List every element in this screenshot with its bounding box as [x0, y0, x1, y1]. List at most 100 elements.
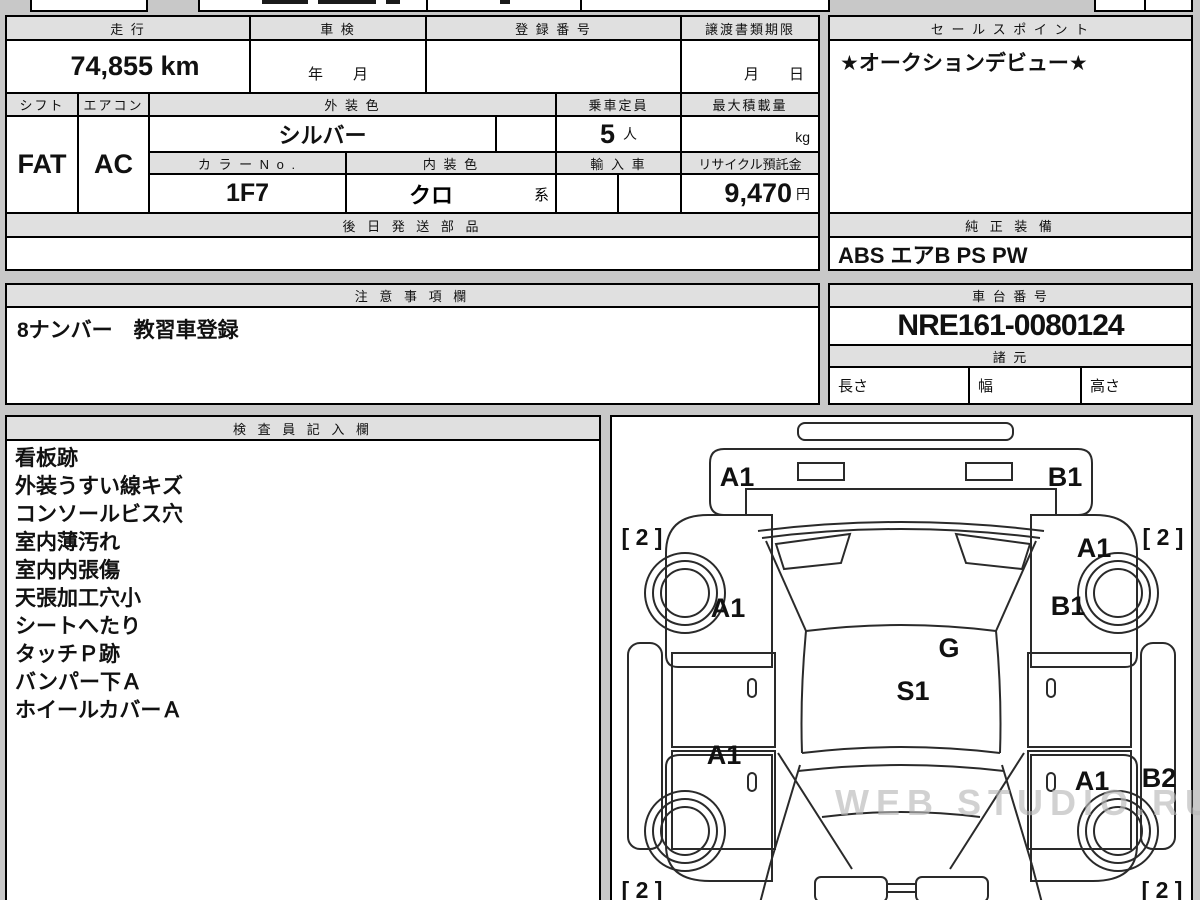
- rear-bumper-left-tab: [814, 876, 888, 900]
- rear-bumper-bar: [887, 883, 916, 893]
- recycle-amount: 9,470: [724, 178, 792, 208]
- damage-code: B1: [1051, 591, 1086, 621]
- cropped-cell: [198, 0, 428, 12]
- damage-code: A1: [1077, 533, 1112, 563]
- inspector-note: 室内薄汚れ: [15, 531, 120, 554]
- front-left-fender: [665, 514, 773, 668]
- wiper-left: [774, 532, 852, 571]
- roof-front-line: [805, 624, 997, 632]
- mileage-header: 走 行: [5, 15, 251, 41]
- trunk-left-edge: [759, 864, 771, 900]
- shift-value: FAT: [5, 115, 79, 214]
- tire-code: [ 2 ]: [622, 877, 663, 900]
- c-pillar-right: [949, 752, 1025, 870]
- interior-color-header: 内 装 色: [345, 151, 557, 175]
- damage-code: A1: [1075, 766, 1110, 796]
- spec-width: 幅: [968, 366, 1082, 405]
- notes-value: 8ナンバー 教習車登録: [5, 306, 820, 405]
- tire-code: [ 2 ]: [1142, 877, 1183, 900]
- color-no-value: 1F7: [148, 173, 347, 214]
- max-load-header: 最大積載量: [680, 92, 820, 117]
- interior-color-suffix: 系: [533, 187, 549, 204]
- capacity-unit: 人: [623, 126, 638, 142]
- recycle-unit: 円: [796, 185, 810, 202]
- rear-seat-line: [821, 811, 981, 818]
- rear-left-door-handle: [747, 772, 757, 792]
- rear-right-door-handle: [1046, 772, 1056, 792]
- cowl-line-inner: [761, 528, 1041, 539]
- exterior-color-value: シルバー: [148, 115, 497, 153]
- notes-header: 注 意 事 項 欄: [5, 283, 820, 308]
- capacity-number: 5: [599, 118, 616, 149]
- shaken-header: 車 検: [249, 15, 427, 41]
- inspector-note: コンソールビス穴: [15, 503, 183, 526]
- interior-color-name: クロ: [408, 182, 453, 208]
- damage-code: B1: [1048, 462, 1083, 492]
- recycle-value: 9,470 円: [680, 173, 820, 214]
- damage-code: G: [938, 633, 959, 663]
- registration-value: [425, 39, 682, 94]
- spec-length: 長さ: [828, 366, 970, 405]
- aircon-header: エアコン: [77, 92, 150, 117]
- exterior-color-header: 外 装 色: [148, 92, 557, 117]
- front-vent-right: [965, 462, 1013, 481]
- mileage-value: 74,855 km: [5, 39, 251, 94]
- cropped-cell: [30, 0, 148, 12]
- color-no-header: カ ラ ー N o .: [148, 151, 347, 175]
- rear-bumper-right-tab: [915, 876, 989, 900]
- max-load-unit: kg: [795, 129, 810, 145]
- inspector-notes-box: 看板跡 外装うすい線キズ コンソールビス穴 室内薄汚れ 室内内張傷 天張加工穴小…: [5, 439, 601, 900]
- front-right-wheel: [1077, 552, 1159, 634]
- front-left-door-handle: [747, 678, 757, 698]
- import-header: 輸 入 車: [555, 151, 682, 175]
- front-bumper: [709, 448, 1093, 516]
- chassis-header: 車 台 番 号: [828, 283, 1193, 308]
- rear-left-wheel: [644, 790, 726, 872]
- car-diagram-box: A1 B1 [ 2 ] [ 2 ] A1 A1 B1 G S1 A1 A1 B2…: [610, 415, 1193, 900]
- transfer-deadline-header: 譲渡書類期限: [680, 15, 820, 41]
- interior-color-value: クロ 系: [345, 173, 557, 214]
- inspector-header: 検 査 員 記 入 欄: [5, 415, 601, 441]
- inspector-note: バンパー下Ａ: [15, 671, 143, 694]
- front-right-door-handle: [1046, 678, 1056, 698]
- damage-code: S1: [896, 676, 929, 706]
- auction-sheet: 走 行 車 検 登 録 番 号 譲渡書類期限 74,855 km 年 月 月 日…: [0, 0, 1200, 900]
- damage-code: A1: [707, 740, 742, 770]
- inspector-note: 天張加工穴小: [15, 587, 141, 610]
- damage-code: B2: [1142, 763, 1177, 793]
- shift-header: シフト: [5, 92, 79, 117]
- capacity-header: 乗車定員: [555, 92, 682, 117]
- later-parts-value: [5, 236, 820, 271]
- import-cell-a: [555, 173, 619, 214]
- recycle-header: リサイクル預託金: [680, 151, 820, 175]
- aircon-value: AC: [77, 115, 150, 214]
- specs-header: 諸 元: [828, 344, 1193, 368]
- damage-code: A1: [711, 593, 746, 623]
- inspector-note: 外装うすい線キズ: [15, 475, 183, 498]
- c-pillar-left: [777, 752, 853, 870]
- inspector-note: 室内内張傷: [15, 559, 120, 582]
- genuine-equipment-value: ABS エアB PS PW: [828, 236, 1193, 271]
- roof-rear-line: [801, 746, 1001, 754]
- inspector-note: シートへたり: [15, 615, 141, 638]
- genuine-equipment-header: 純 正 装 備: [828, 212, 1193, 238]
- roof-right-edge: [995, 630, 1002, 754]
- inspector-note: タッチＰ跡: [15, 643, 120, 666]
- inspector-note: ホイールカバーＡ: [15, 699, 183, 722]
- rear-window-top: [797, 764, 1005, 772]
- rear-right-wheel: [1077, 790, 1159, 872]
- inspector-note: 看板跡: [15, 447, 78, 470]
- front-vent-left: [797, 462, 845, 481]
- trunk-right-edge: [1031, 864, 1043, 900]
- transfer-deadline-value: 月 日: [680, 39, 820, 94]
- chassis-value: NRE161-0080124: [828, 306, 1193, 346]
- max-load-value: kg: [680, 115, 820, 153]
- tire-code: [ 2 ]: [1143, 524, 1184, 550]
- import-cell-b: [617, 173, 682, 214]
- cropped-cell: [1094, 0, 1146, 12]
- right-rocker: [1140, 642, 1176, 850]
- front-edge-strip: [797, 422, 1014, 441]
- damage-code: A1: [720, 462, 755, 492]
- cropped-cell: [580, 0, 830, 12]
- later-parts-header: 後 日 発 送 部 品: [5, 212, 820, 238]
